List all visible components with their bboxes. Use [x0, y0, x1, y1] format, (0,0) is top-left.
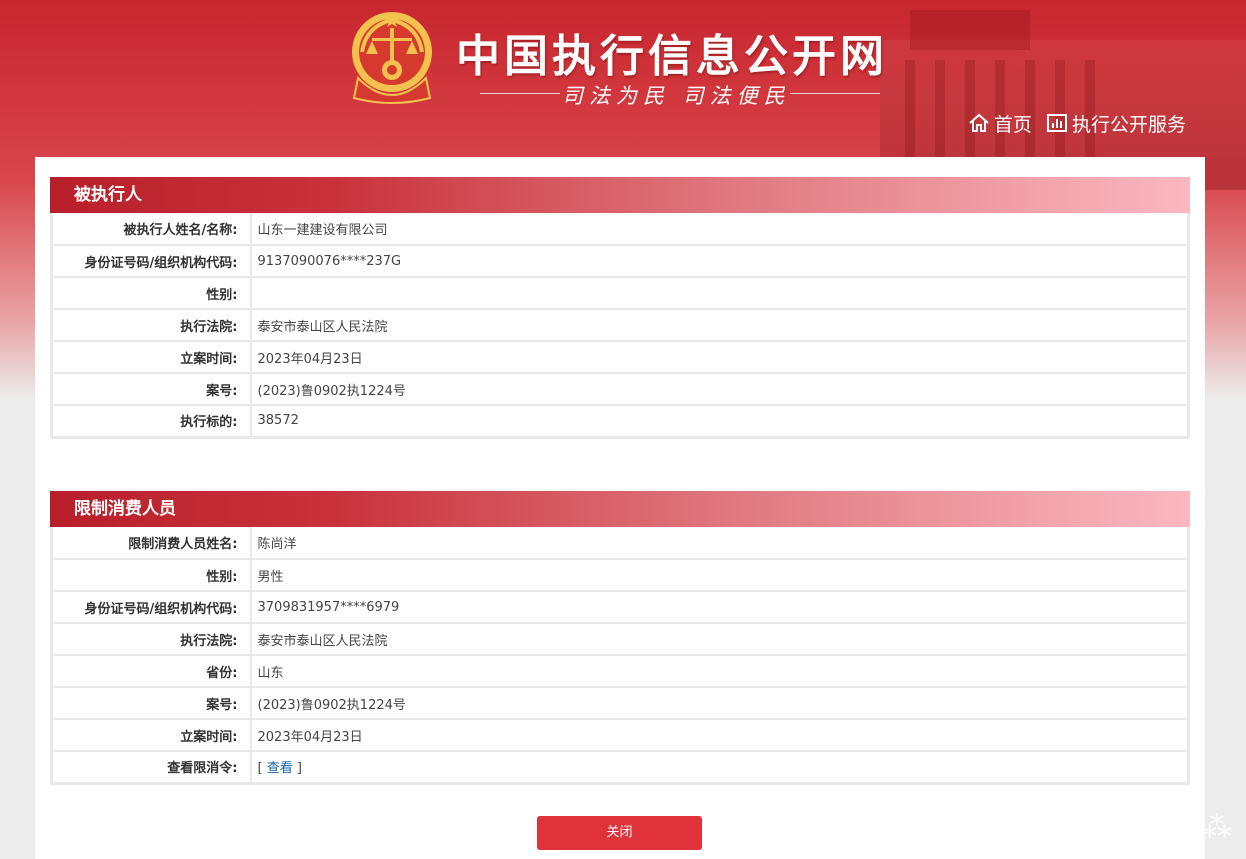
table-row: 限制消费人员姓名: 陈尚洋 [51, 527, 1189, 560]
field-value: 泰安市泰山区人民法院 [250, 309, 1189, 342]
view-order-link[interactable]: 查看 [267, 761, 293, 776]
table-row: 查看限消令: [ 查看 ] [51, 751, 1189, 784]
bracket-open: [ [257, 761, 267, 777]
nav-service-label: 执行公开服务 [1072, 113, 1187, 136]
table-row: 执行标的: 38572 [51, 405, 1189, 438]
building-column [935, 60, 945, 160]
field-value: 山东 [250, 655, 1189, 688]
field-label: 被执行人姓名/名称: [51, 213, 252, 246]
field-label: 执行法院: [51, 309, 252, 342]
field-label: 性别: [51, 559, 252, 592]
restricted-table: 限制消费人员姓名: 陈尚洋 性别: 男性 身份证号码/组织机构代码: 37098… [50, 527, 1190, 785]
field-value: 泰安市泰山区人民法院 [250, 623, 1189, 656]
table-row: 省份: 山东 [51, 655, 1189, 688]
field-label: 身份证号码/组织机构代码: [51, 591, 252, 624]
section-title: 被执行人 [50, 177, 1190, 213]
slogan-divider [480, 93, 560, 94]
field-label: 执行标的: [51, 405, 252, 438]
field-label: 案号: [51, 687, 252, 720]
bar-chart-icon [1047, 114, 1067, 132]
field-label: 案号: [51, 373, 252, 406]
site-title: 中国执行信息公开网 [456, 31, 888, 82]
table-row: 执行法院: 泰安市泰山区人民法院 [51, 309, 1189, 342]
field-value: 3709831957****6979 [250, 591, 1189, 624]
table-row: 被执行人姓名/名称: 山东一建建设有限公司 [51, 213, 1189, 246]
court-emblem-icon [352, 12, 432, 104]
field-label: 省份: [51, 655, 252, 688]
close-button[interactable]: 关闭 [537, 816, 702, 850]
table-row: 案号: (2023)鲁0902执1224号 [51, 373, 1189, 406]
field-label: 身份证号码/组织机构代码: [51, 245, 252, 278]
field-label: 性别: [51, 277, 252, 310]
field-value: [ 查看 ] [250, 751, 1189, 784]
field-label: 限制消费人员姓名: [51, 527, 252, 560]
content-panel: 被执行人 被执行人姓名/名称: 山东一建建设有限公司 身份证号码/组织机构代码:… [35, 157, 1205, 859]
field-value: 9137090076****237G [250, 245, 1189, 278]
home-icon [969, 113, 989, 132]
table-row: 性别: [51, 277, 1189, 310]
field-value: (2023)鲁0902执1224号 [250, 687, 1189, 720]
field-value: 男性 [250, 559, 1189, 592]
field-label: 执行法院: [51, 623, 252, 656]
table-row: 案号: (2023)鲁0902执1224号 [51, 687, 1189, 720]
debtor-table: 被执行人姓名/名称: 山东一建建设有限公司 身份证号码/组织机构代码: 9137… [50, 213, 1190, 439]
field-value: 2023年04月23日 [250, 341, 1189, 374]
field-value: 2023年04月23日 [250, 719, 1189, 752]
nav-home-label: 首页 [994, 113, 1033, 136]
nav-service-link[interactable]: 执行公开服务 [1046, 110, 1186, 136]
debtor-section: 被执行人 被执行人姓名/名称: 山东一建建设有限公司 身份证号码/组织机构代码:… [50, 177, 1190, 439]
table-row: 身份证号码/组织机构代码: 3709831957****6979 [51, 591, 1189, 624]
field-label: 立案时间: [51, 341, 252, 374]
table-row: 立案时间: 2023年04月23日 [51, 341, 1189, 374]
field-value: 陈尚洋 [250, 527, 1189, 560]
watermark-glyph: ⁂ [1202, 810, 1232, 845]
field-value: (2023)鲁0902执1224号 [250, 373, 1189, 406]
bracket-close: ] [292, 761, 302, 777]
table-row: 立案时间: 2023年04月23日 [51, 719, 1189, 752]
slogan-divider [790, 93, 880, 94]
table-row: 执行法院: 泰安市泰山区人民法院 [51, 623, 1189, 656]
field-value: 山东一建建设有限公司 [250, 213, 1189, 246]
field-value [250, 277, 1189, 310]
restricted-section: 限制消费人员 限制消费人员姓名: 陈尚洋 性别: 男性 身份证号码/组织机构代码… [50, 491, 1190, 785]
building-column [905, 60, 915, 160]
nav-home-link[interactable]: 首页 [968, 110, 1032, 136]
site-slogan: 司法为民 司法便民 [562, 84, 791, 108]
section-title: 限制消费人员 [50, 491, 1190, 527]
field-label: 立案时间: [51, 719, 252, 752]
field-label: 查看限消令: [51, 751, 252, 784]
table-row: 性别: 男性 [51, 559, 1189, 592]
building-tower [910, 10, 1030, 50]
table-row: 身份证号码/组织机构代码: 9137090076****237G [51, 245, 1189, 278]
field-value: 38572 [250, 405, 1189, 438]
